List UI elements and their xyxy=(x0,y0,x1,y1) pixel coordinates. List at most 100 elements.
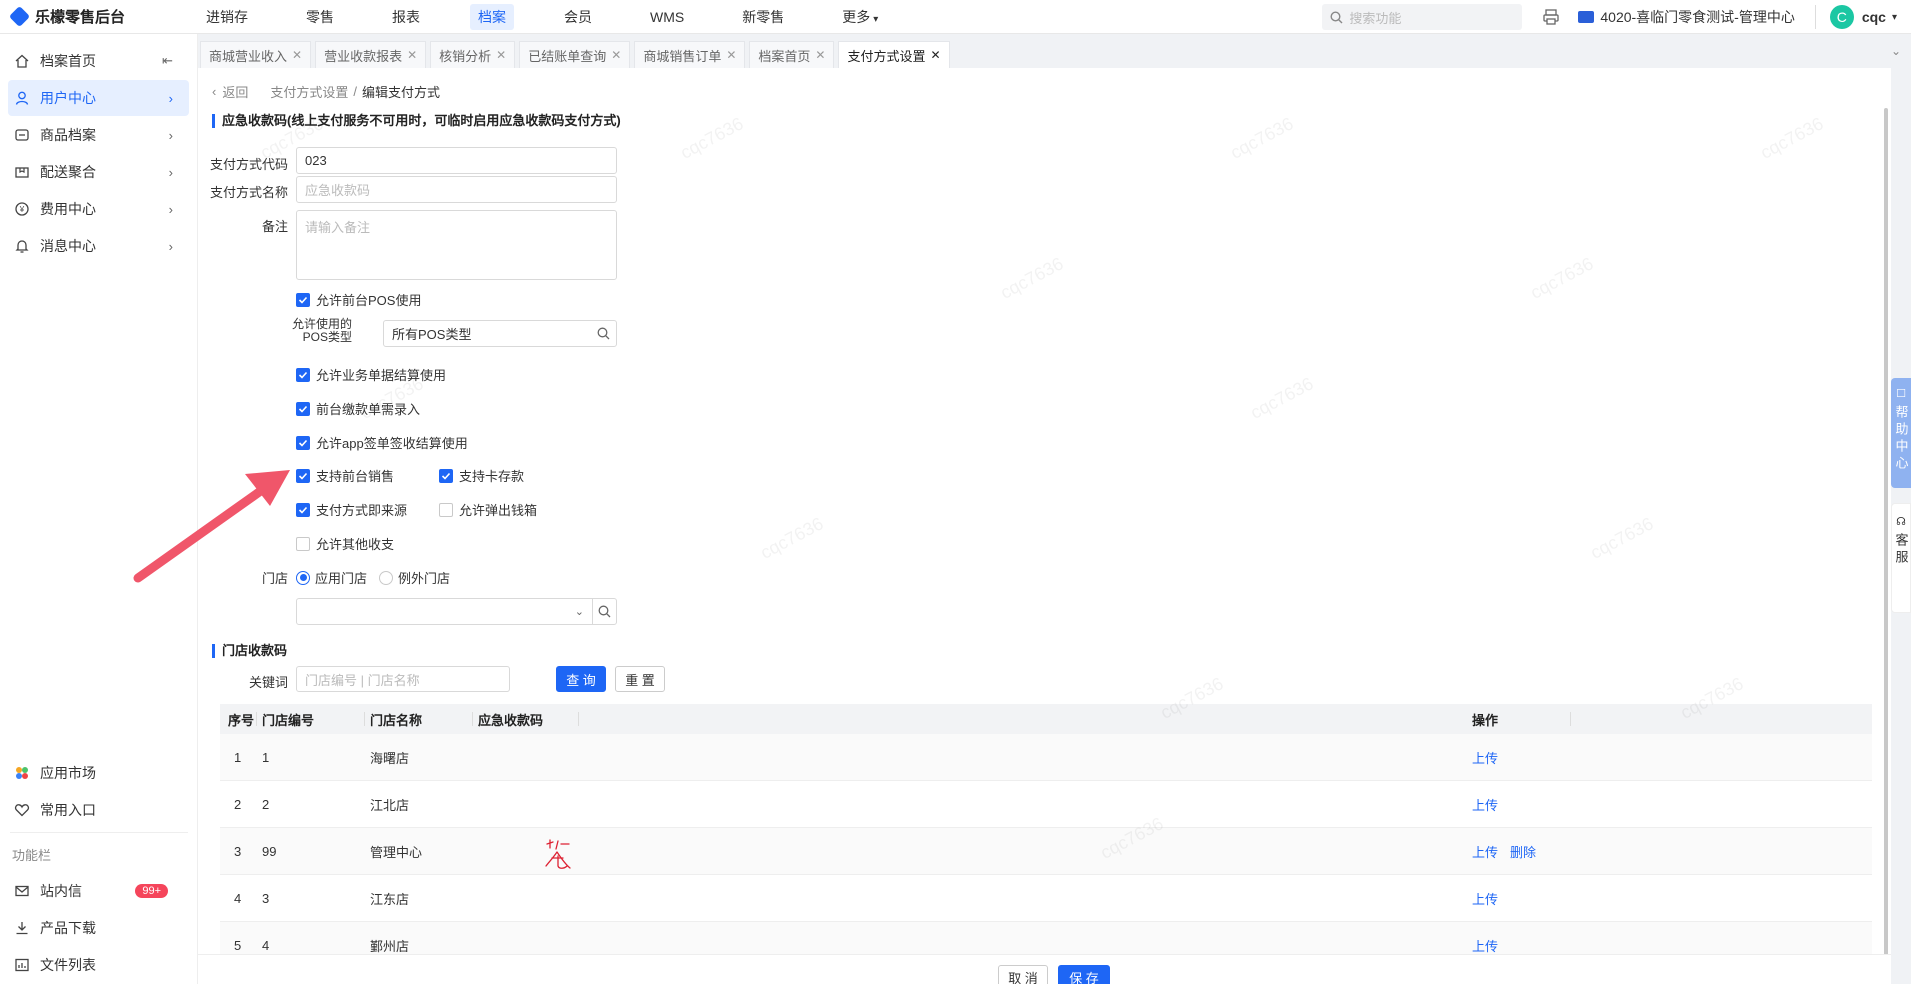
cell-store-name: 江北店 xyxy=(370,797,410,813)
pos-type-select[interactable]: 所有POS类型 xyxy=(383,320,617,347)
sidebar-item-label: 费用中心 xyxy=(40,201,96,217)
tab-mall-orders[interactable]: 商城销售订单 ✕ xyxy=(634,41,746,68)
checkbox-cash-drawer[interactable]: 允许弹出钱箱 xyxy=(439,500,537,519)
close-icon[interactable]: ✕ xyxy=(930,48,940,62)
org-icon xyxy=(1578,11,1595,23)
sidebar-item-label: 应用市场 xyxy=(40,765,96,781)
nav-item-new-retail[interactable]: 新零售 xyxy=(734,4,792,30)
search-icon xyxy=(597,327,610,340)
back-link[interactable]: ‹ 返回 xyxy=(212,82,248,101)
page-tabs: 商城营业收入 ✕ 营业收款报表 ✕ 核销分析 ✕ 已结账单查询 ✕ 商城销售订单 ✕ 档案… xyxy=(198,34,1911,68)
tabs-more-icon[interactable]: ⌄ xyxy=(1891,44,1901,58)
sidebar-item-messages[interactable]: 消息中心 › xyxy=(8,228,189,264)
scrollbar-thumb[interactable] xyxy=(1884,108,1888,968)
breadcrumb-parent[interactable]: 支付方式设置 xyxy=(270,82,348,101)
checkbox-app-settlement[interactable]: 允许app签单签收结算使用 xyxy=(296,433,468,452)
delete-link[interactable]: 删除 xyxy=(1510,845,1536,860)
tab-settled-bills[interactable]: 已结账单查询 ✕ xyxy=(519,41,631,68)
nav-item-member[interactable]: 会员 xyxy=(556,4,600,30)
help-center-tab[interactable]: ☐ 帮助中心 xyxy=(1891,378,1911,488)
handwritten-signature-mark xyxy=(545,839,571,869)
upload-link[interactable]: 上传 xyxy=(1472,845,1498,860)
checkbox-other-income[interactable]: 允许其他收支 xyxy=(296,534,394,553)
tab-label: 商城营业收入 xyxy=(209,48,288,64)
sidebar-item-favorites[interactable]: 常用入口 xyxy=(8,792,190,828)
customer-service-tab[interactable]: ☊ 客服 xyxy=(1891,503,1911,613)
user-icon xyxy=(14,90,30,106)
store-search-button[interactable] xyxy=(592,599,616,624)
nav-item-retail[interactable]: 零售 xyxy=(298,4,342,30)
checkbox-card-deposit[interactable]: 支持卡存款 xyxy=(439,466,524,485)
upload-link[interactable]: 上传 xyxy=(1472,751,1498,766)
top-nav: 进销存 零售 报表 档案 会员 WMS 新零售 更多 ▾ xyxy=(198,3,928,30)
sidebar-item-goods[interactable]: 商品档案 › xyxy=(8,117,189,153)
sidebar-item-archive-home[interactable]: 档案首页 ⇤ xyxy=(8,43,189,79)
name-input[interactable]: 应急收款码 xyxy=(296,176,617,203)
sidebar-item-fees[interactable]: ¥ 费用中心 › xyxy=(8,191,189,227)
sidebar-item-delivery[interactable]: 配送聚合 › xyxy=(8,154,189,190)
sidebar-item-label: 档案首页 xyxy=(40,53,96,69)
keyword-input[interactable]: 门店编号 | 门店名称 xyxy=(296,666,510,692)
tab-archive-home[interactable]: 档案首页 ✕ xyxy=(749,41,835,68)
nav-item-more[interactable]: 更多 ▾ xyxy=(834,4,886,30)
nav-item-reports[interactable]: 报表 xyxy=(384,4,428,30)
sidebar-item-files[interactable]: 文件列表 xyxy=(8,947,190,983)
chevron-down-icon: ⌄ xyxy=(574,606,584,618)
breadcrumb-separator: / xyxy=(353,84,357,99)
search-input[interactable]: 搜索功能 xyxy=(1322,4,1523,30)
tab-revenue-report[interactable]: 营业收款报表 ✕ xyxy=(315,41,427,68)
org-selector[interactable]: 4020-喜临门零食测试-管理中心 xyxy=(1578,7,1795,27)
sidebar-item-label: 文件列表 xyxy=(40,957,96,973)
checkbox-payment-source[interactable]: 支付方式即来源 xyxy=(296,500,407,519)
table-row: 3 99 管理中心 上传 删除 xyxy=(220,828,1872,875)
checkbox-allow-pos[interactable]: 允许前台POS使用 xyxy=(296,290,421,309)
radio-exclude-store[interactable]: 例外门店 xyxy=(379,568,450,587)
chevron-down-icon: ▾ xyxy=(873,13,879,25)
cell-store-name: 鄞州店 xyxy=(370,938,410,954)
avatar: C xyxy=(1829,5,1854,29)
save-button[interactable]: 保 存 xyxy=(1058,965,1110,984)
sidebar-item-downloads[interactable]: 产品下载 xyxy=(8,910,190,946)
code-input[interactable]: 023 xyxy=(296,147,617,174)
nav-item-archive[interactable]: 档案 xyxy=(470,3,514,30)
header-store-name: 门店名称 xyxy=(370,712,423,728)
sidebar-item-inbox[interactable]: 站内信 99+ xyxy=(8,873,190,909)
upload-link[interactable]: 上传 xyxy=(1472,892,1498,907)
upload-link[interactable]: 上传 xyxy=(1472,939,1498,954)
upload-link[interactable]: 上传 xyxy=(1472,798,1498,813)
close-icon[interactable]: ✕ xyxy=(815,48,825,62)
remark-textarea[interactable]: 请输入备注 xyxy=(296,210,617,280)
pos-type-value: 所有POS类型 xyxy=(392,327,472,342)
radio-apply-store[interactable]: 应用门店 xyxy=(296,568,367,587)
name-label: 支付方式名称 xyxy=(209,185,288,200)
tab-payment-settings[interactable]: 支付方式设置 ✕ xyxy=(838,41,950,68)
close-icon[interactable]: ✕ xyxy=(292,48,302,62)
collapse-sidebar-icon[interactable]: ⇤ xyxy=(162,53,173,69)
checkbox-front-payment[interactable]: 前台缴款单需录入 xyxy=(296,399,420,418)
checkbox-front-sales[interactable]: 支持前台销售 xyxy=(296,466,394,485)
vertical-scrollbar[interactable] xyxy=(1881,68,1891,984)
close-icon[interactable]: ✕ xyxy=(611,48,621,62)
checkbox-business-docs[interactable]: 允许业务单据结算使用 xyxy=(296,365,446,384)
user-menu[interactable]: C cqc ▾ xyxy=(1814,5,1897,29)
close-icon[interactable]: ✕ xyxy=(407,48,417,62)
reset-button[interactable]: 重 置 xyxy=(615,666,665,692)
sidebar-item-label: 常用入口 xyxy=(40,802,96,818)
close-icon[interactable]: ✕ xyxy=(726,48,736,62)
tab-writeoff-analysis[interactable]: 核销分析 ✕ xyxy=(430,41,516,68)
cell-store-name: 海曙店 xyxy=(370,750,410,766)
checkbox-checked-icon xyxy=(296,502,310,517)
sidebar-item-user-center[interactable]: 用户中心 › xyxy=(8,80,189,116)
checkbox-checked-icon xyxy=(296,468,310,483)
query-button[interactable]: 查 询 xyxy=(556,666,606,692)
printer-icon[interactable] xyxy=(1542,8,1560,26)
close-icon[interactable]: ✕ xyxy=(496,48,506,62)
tab-mall-revenue[interactable]: 商城营业收入 ✕ xyxy=(200,41,312,68)
nav-item-purchase[interactable]: 进销存 xyxy=(198,4,256,30)
cell-index: 5 xyxy=(234,937,242,953)
app-logo[interactable]: 乐檬零售后台 xyxy=(0,5,198,28)
nav-item-wms[interactable]: WMS xyxy=(642,6,692,28)
sidebar-item-app-market[interactable]: 应用市场 xyxy=(8,755,190,791)
store-select[interactable]: ⌄ xyxy=(296,598,617,625)
cancel-button[interactable]: 取 消 xyxy=(998,965,1048,984)
